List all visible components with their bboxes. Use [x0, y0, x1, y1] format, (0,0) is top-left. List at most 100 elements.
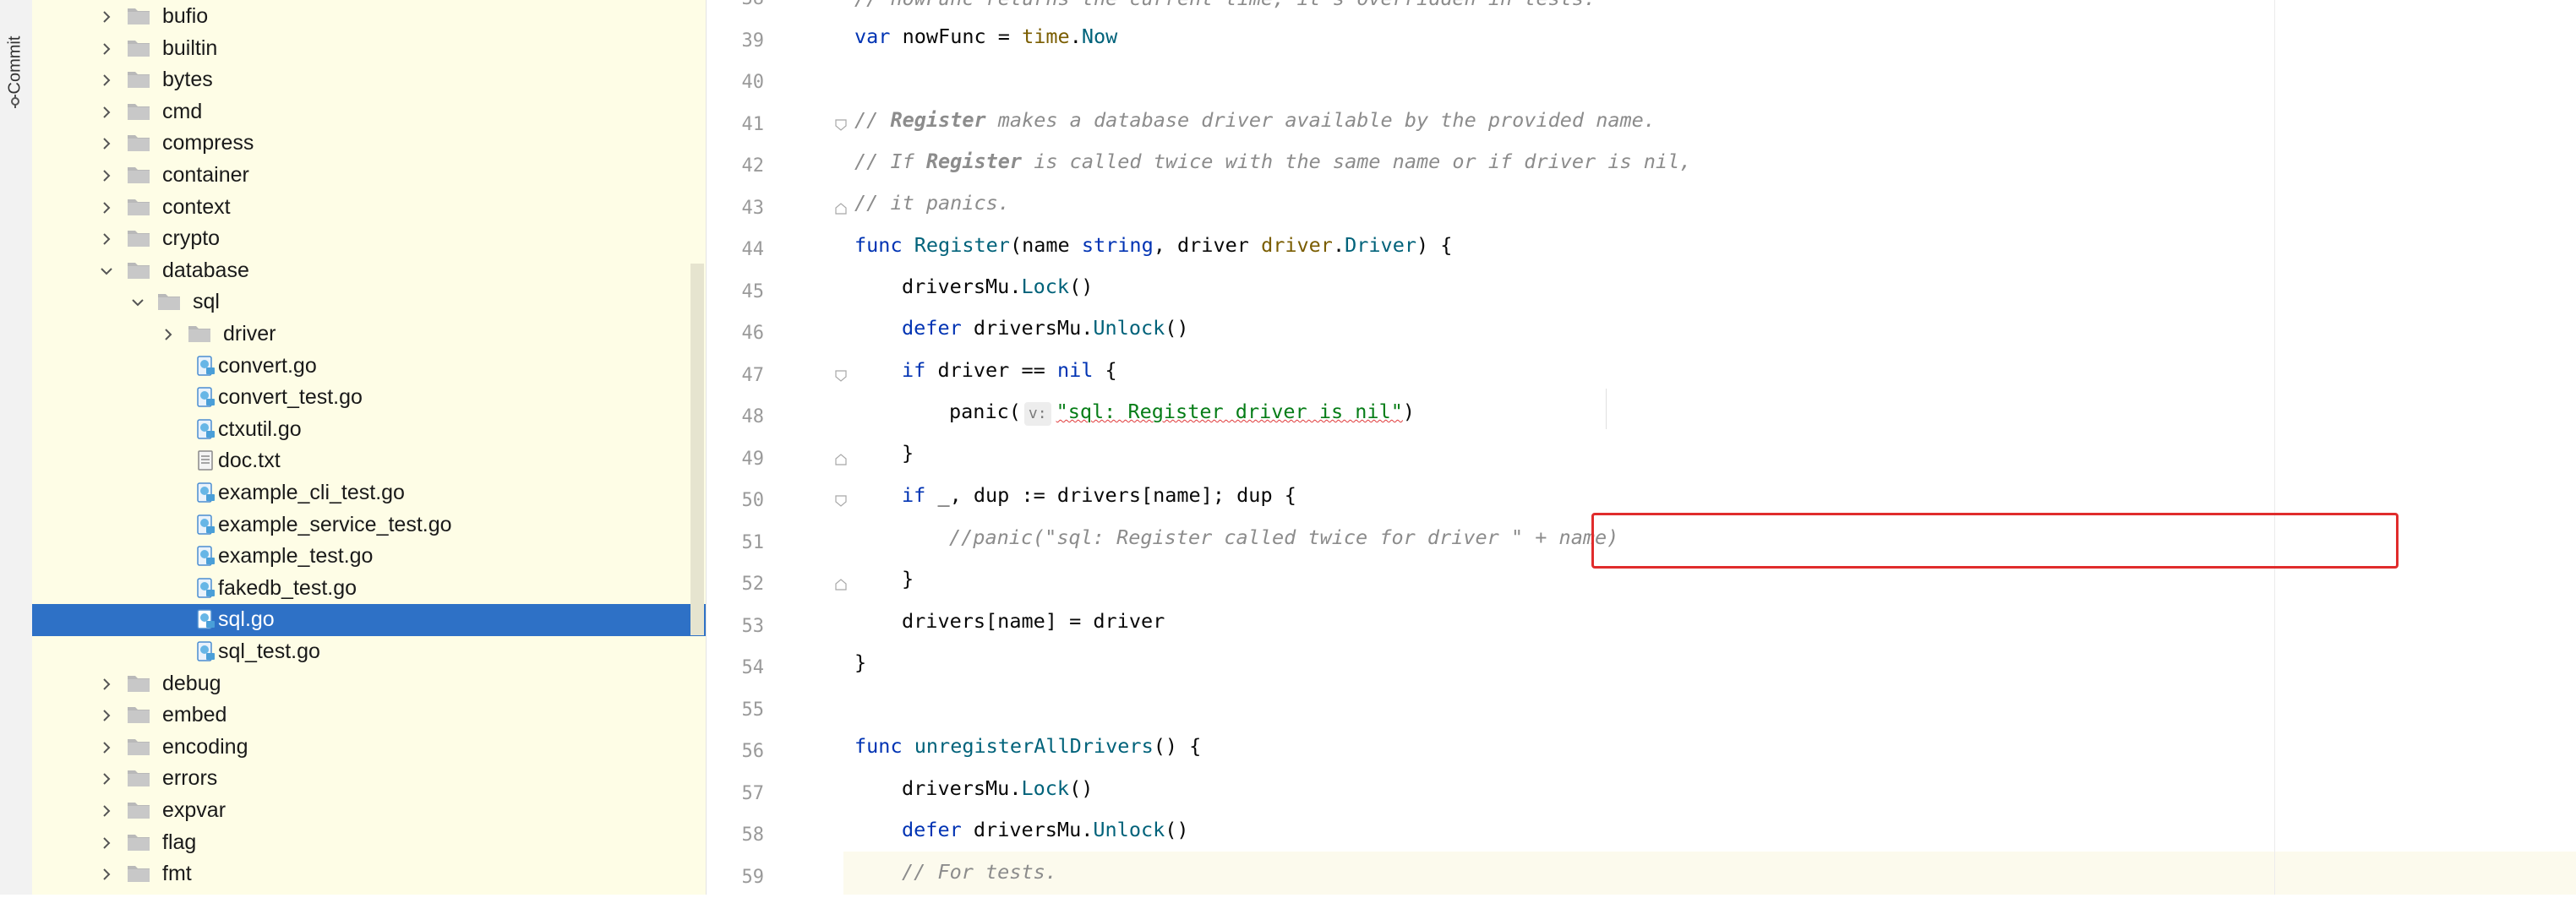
tree-item[interactable]: fmt — [32, 858, 706, 890]
tree-item[interactable]: example_test.go — [32, 541, 706, 573]
tree-item[interactable]: convert.go — [32, 351, 706, 383]
string-literal: "sql: Register driver is nil" — [1056, 400, 1403, 423]
chevron-right-icon[interactable] — [99, 168, 114, 183]
tree-item[interactable]: container — [32, 160, 706, 192]
chevron-right-icon[interactable] — [99, 200, 114, 215]
tree-item[interactable]: doc.txt — [32, 445, 706, 477]
folder-icon — [127, 832, 150, 852]
go-file-icon — [194, 419, 218, 439]
chevron-right-icon[interactable] — [99, 73, 114, 88]
chevron-right-icon[interactable] — [99, 771, 114, 786]
tree-item[interactable]: database — [32, 255, 706, 287]
tree-item[interactable]: flag — [32, 827, 706, 859]
tree-item[interactable]: sql — [32, 286, 706, 318]
tree-item[interactable]: expvar — [32, 795, 706, 827]
tree-item-label: embed — [162, 702, 226, 727]
tree-item-label: driver — [223, 321, 276, 346]
type-name: Driver — [1345, 233, 1416, 257]
tree-item-label: ctxutil.go — [218, 416, 302, 442]
chevron-right-icon[interactable] — [99, 677, 114, 692]
project-tree: bufiobuiltinbytescmdcompresscontainercon… — [32, 0, 706, 895]
chevron-right-icon[interactable] — [99, 231, 114, 247]
chevron-right-icon[interactable] — [99, 867, 114, 882]
folder-icon — [127, 197, 150, 217]
go-file-icon — [194, 609, 218, 629]
line-number: 54 — [707, 647, 764, 689]
code-text: () — [1165, 316, 1188, 340]
chevron-down-icon[interactable] — [130, 295, 145, 310]
chevron-right-icon[interactable] — [99, 9, 114, 24]
tree-item[interactable]: fakedb_test.go — [32, 573, 706, 605]
method-name: Unlock — [1093, 818, 1165, 841]
chevron-right-icon[interactable] — [99, 41, 114, 57]
code-text: _, dup := drivers[name]; dup { — [925, 483, 1296, 507]
tree-item[interactable]: ctxutil.go — [32, 414, 706, 446]
comment-text: makes a database driver available by the… — [986, 108, 1656, 132]
tree-item[interactable]: convert_test.go — [32, 382, 706, 414]
fold-open-icon[interactable] — [835, 370, 847, 382]
chevron-right-icon[interactable] — [161, 327, 176, 342]
code-text: driversMu. — [962, 818, 1094, 841]
tree-item[interactable]: context — [32, 192, 706, 224]
code-line-45: driversMu.Lock() — [902, 266, 1093, 308]
tree-item[interactable]: errors — [32, 763, 706, 795]
chevron-right-icon[interactable] — [99, 740, 114, 755]
line-number: 42 — [707, 145, 764, 188]
function-name: Register — [914, 233, 1010, 257]
go-file-icon — [194, 546, 218, 566]
tree-item[interactable]: sql_test.go — [32, 636, 706, 668]
editor-gutter: 3839404142434445464748495051525354555657… — [707, 0, 843, 895]
tree-item[interactable]: bytes — [32, 64, 706, 96]
keyword: func — [854, 233, 903, 257]
comment-text: // nowFunc returns the current time; it'… — [854, 0, 1596, 10]
chevron-right-icon[interactable] — [99, 835, 114, 851]
chevron-right-icon[interactable] — [99, 803, 114, 819]
package-name: driver — [1261, 233, 1333, 257]
tree-item-label: example_cli_test.go — [218, 480, 405, 505]
fold-end-icon[interactable] — [835, 454, 847, 465]
code-text — [903, 233, 914, 257]
chevron-right-icon[interactable] — [99, 136, 114, 151]
comment-identifier: Register — [926, 150, 1022, 173]
tree-item-label: convert_test.go — [218, 384, 363, 410]
tree-item[interactable]: encoding — [32, 732, 706, 764]
folder-icon — [127, 133, 150, 153]
chevron-down-icon[interactable] — [99, 264, 114, 279]
tree-item-label: cmd — [162, 99, 202, 124]
tree-item[interactable]: compress — [32, 128, 706, 160]
tree-item-label: compress — [162, 130, 254, 155]
line-number: 44 — [707, 229, 764, 271]
go-file-icon — [194, 578, 218, 598]
chevron-right-icon[interactable] — [99, 105, 114, 120]
commit-tool-tab[interactable]: Commit — [3, 8, 29, 110]
tree-scrollbar[interactable] — [690, 264, 704, 635]
tree-item-label: flag — [162, 830, 196, 855]
tree-item[interactable]: embed — [32, 699, 706, 732]
code-text: driversMu. — [902, 776, 1021, 800]
fold-open-icon[interactable] — [835, 495, 847, 507]
tree-item[interactable]: sql.go — [32, 604, 706, 636]
tree-item[interactable]: example_cli_test.go — [32, 477, 706, 509]
tree-item[interactable]: example_service_test.go — [32, 509, 706, 542]
tree-item[interactable]: driver — [32, 318, 706, 351]
folder-icon — [127, 38, 150, 58]
tree-item-label: convert.go — [218, 353, 317, 378]
tree-item[interactable]: bufio — [32, 1, 706, 33]
tree-item[interactable]: debug — [32, 668, 706, 700]
code-text: () — [1069, 776, 1093, 800]
go-file-icon — [194, 514, 218, 535]
code-text: ) — [1403, 400, 1415, 423]
tree-item[interactable]: cmd — [32, 96, 706, 128]
fold-end-icon[interactable] — [835, 579, 847, 591]
fold-end-icon[interactable] — [835, 203, 847, 215]
folder-icon — [127, 101, 150, 122]
tree-item[interactable]: crypto — [32, 223, 706, 255]
tree-item-label: database — [162, 258, 249, 283]
tree-item-label: example_test.go — [218, 543, 373, 569]
fold-open-icon[interactable] — [835, 119, 847, 131]
line-number: 43 — [707, 188, 764, 230]
tree-item[interactable]: builtin — [32, 33, 706, 65]
code-editor[interactable]: 3839404142434445464748495051525354555657… — [706, 0, 2576, 895]
chevron-right-icon[interactable] — [99, 708, 114, 723]
line-number: 48 — [707, 396, 764, 438]
